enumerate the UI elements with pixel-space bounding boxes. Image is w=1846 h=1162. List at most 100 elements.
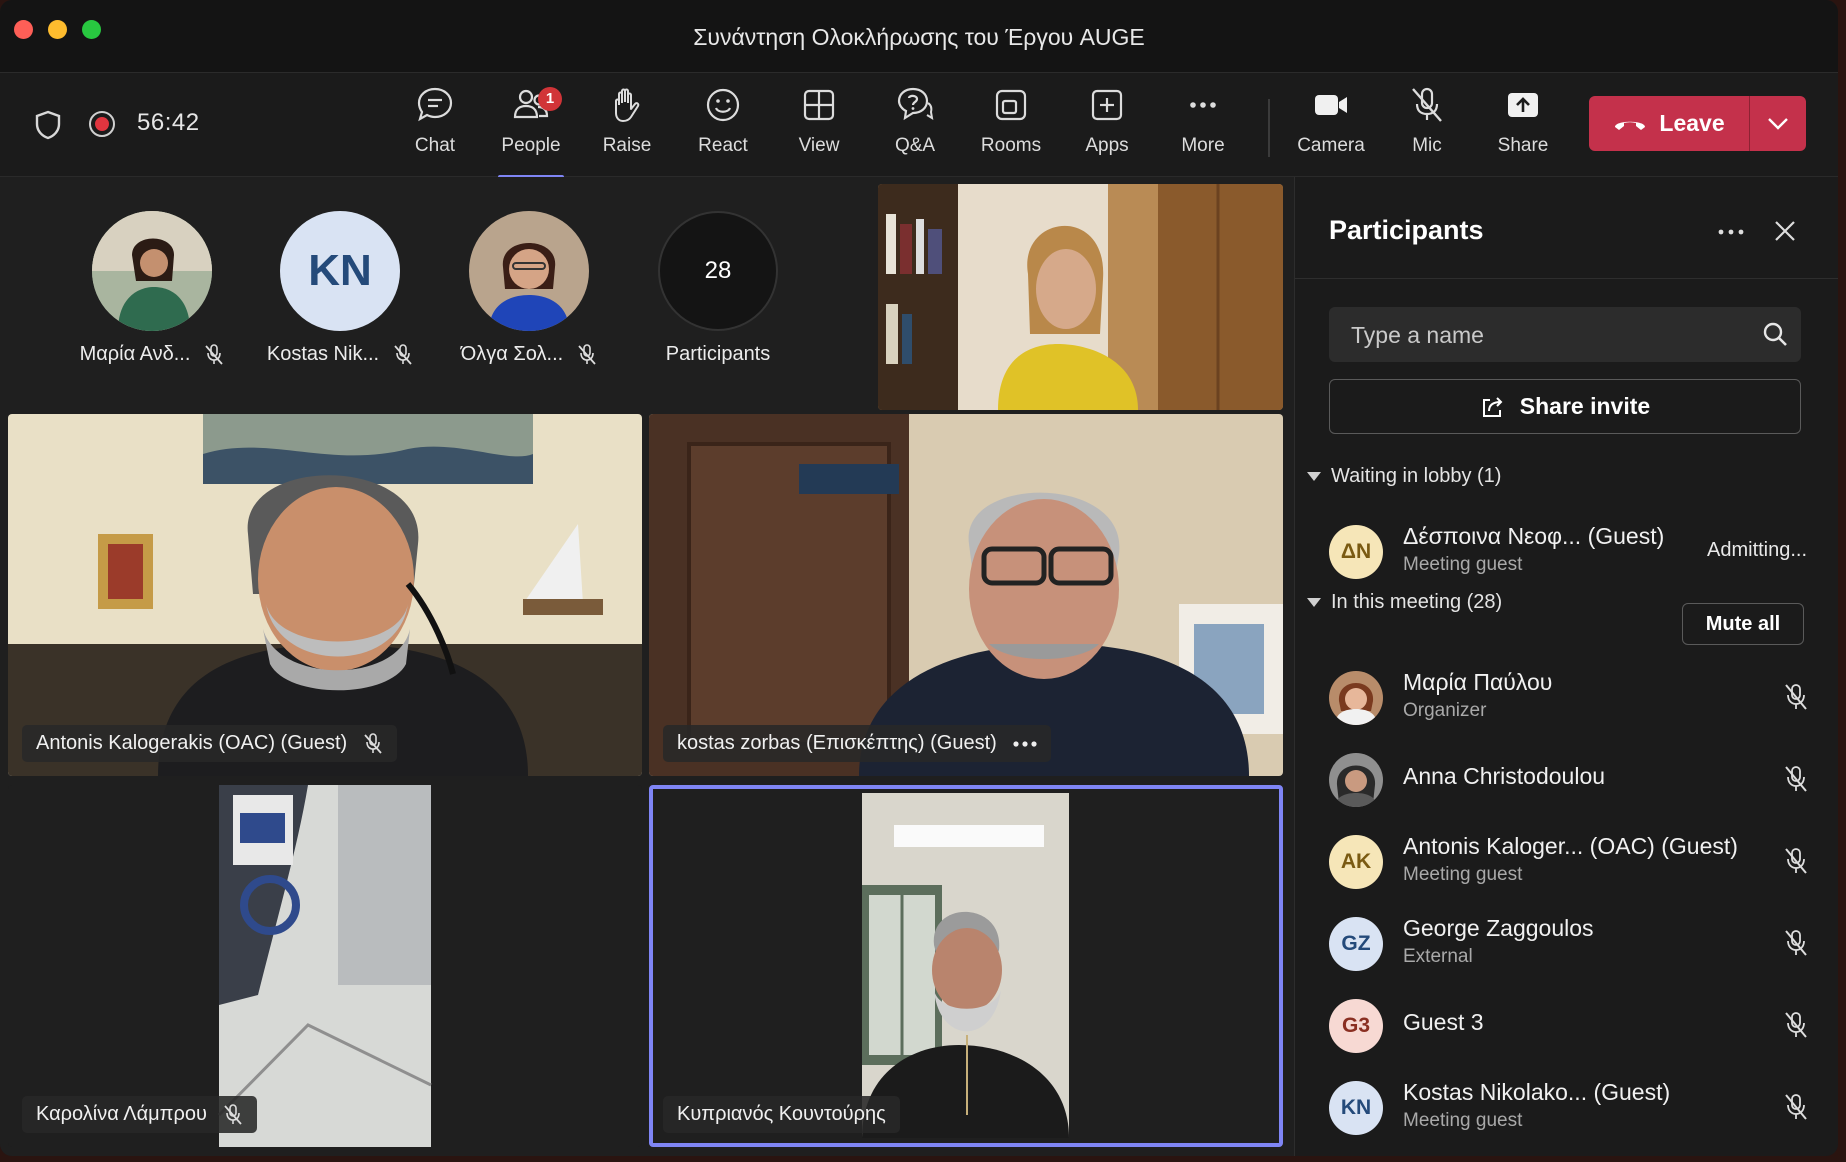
video-tile-1[interactable]: Antonis Kalogerakis (OAC) (Guest) — [8, 414, 642, 776]
video-tile-featured[interactable] — [878, 184, 1283, 410]
recording-indicator-icon — [89, 111, 115, 137]
view-button[interactable]: View — [774, 85, 864, 165]
caret-down-icon — [1307, 598, 1321, 607]
participant-row[interactable]: G3 Guest 3 — [1329, 995, 1809, 1055]
more-dots-icon[interactable] — [1013, 740, 1037, 748]
avatar-name-row: Όλγα Σολ... — [444, 343, 614, 366]
video-stage: Μαρία Ανδ... KN Kostas Nik... Όλγα Σολ..… — [0, 177, 1293, 1156]
mic-off-icon — [364, 732, 382, 754]
avatar — [1329, 753, 1383, 807]
apps-plus-icon — [1091, 89, 1123, 121]
people-button[interactable]: 1 People — [486, 85, 576, 179]
avatar: AK — [1329, 835, 1383, 889]
window-title: Συνάντηση Ολοκλήρωσης του Έργου AUGE — [693, 24, 1145, 50]
participant-name-tag: Antonis Kalogerakis (OAC) (Guest) — [22, 725, 398, 762]
avatar-name: Όλγα Σολ... — [460, 343, 564, 365]
tile-name: kostas zorbas (Επισκέπτης) (Guest) — [677, 732, 997, 754]
participants-panel: Participants Share invite Waiting in lob… — [1294, 177, 1838, 1156]
participant-row[interactable]: Μαρία Παύλου Organizer — [1329, 667, 1809, 727]
meeting-header: In this meeting (28) — [1331, 591, 1503, 613]
camera-button[interactable]: Camera — [1286, 85, 1376, 165]
participant-role: Organizer — [1403, 700, 1487, 721]
participant-name: Antonis Kaloger... (OAC) (Guest) — [1403, 833, 1738, 859]
mic-off-icon[interactable] — [1783, 929, 1809, 957]
leave-button[interactable]: Leave — [1589, 96, 1749, 151]
participant-name: George Zaggoulos — [1403, 915, 1594, 941]
view-label: View — [798, 135, 840, 156]
mic-off-icon[interactable] — [1783, 847, 1809, 875]
mic-label: Mic — [1412, 135, 1442, 156]
avatar-participant-3[interactable]: Όλγα Σολ... — [444, 211, 614, 366]
share-button[interactable]: Share — [1478, 85, 1568, 165]
apps-label: Apps — [1085, 135, 1129, 156]
lobby-section-toggle[interactable]: Waiting in lobby (1) — [1307, 465, 1501, 488]
title-bar: Συνάντηση Ολοκλήρωσης του Έργου AUGE — [0, 0, 1838, 73]
lobby-header: Waiting in lobby (1) — [1331, 465, 1502, 487]
camera-label: Camera — [1297, 135, 1365, 156]
avatar-participant-2[interactable]: KN Kostas Nik... — [255, 211, 425, 366]
profile-photo-icon — [469, 211, 589, 331]
avatar: GZ — [1329, 917, 1383, 971]
mic-off-icon[interactable] — [1783, 1093, 1809, 1121]
video-feed — [878, 184, 1283, 410]
avatar — [1329, 671, 1383, 725]
tile-name: Antonis Kalogerakis (OAC) (Guest) — [36, 732, 348, 754]
raise-label: Raise — [602, 135, 652, 156]
teams-meeting-window: Συνάντηση Ολοκλήρωσης του Έργου AUGE 56:… — [0, 0, 1838, 1156]
participant-role: External — [1403, 946, 1473, 967]
rooms-button[interactable]: Rooms — [966, 85, 1056, 165]
close-icon[interactable] — [1769, 215, 1801, 247]
avatar — [92, 211, 212, 331]
more-dots-icon[interactable] — [1711, 217, 1751, 247]
chat-label: Chat — [414, 135, 456, 156]
lobby-participant-row[interactable]: ΔΝ Δέσποινα Νεοφ... (Guest) Meeting gues… — [1329, 521, 1809, 581]
mic-off-icon[interactable] — [1783, 765, 1809, 793]
overflow-count: 28 — [704, 257, 732, 284]
mic-off-icon[interactable] — [1783, 683, 1809, 711]
profile-photo-icon — [1329, 753, 1383, 807]
avatar: KN — [1329, 1081, 1383, 1135]
avatar-name-row: Kostas Nik... — [255, 343, 425, 366]
more-button[interactable]: More — [1158, 85, 1248, 165]
video-tile-2[interactable]: kostas zorbas (Επισκέπτης) (Guest) — [649, 414, 1283, 776]
hang-up-icon — [1615, 121, 1646, 130]
raise-hand-button[interactable]: Raise — [582, 85, 672, 165]
react-label: React — [698, 135, 748, 156]
search-icon[interactable] — [1761, 320, 1789, 348]
participant-name: Δέσποινα Νεοφ... (Guest) — [1403, 523, 1665, 549]
qa-button[interactable]: Q&A — [870, 85, 960, 165]
participant-row[interactable]: AK Antonis Kaloger... (OAC) (Guest) Meet… — [1329, 831, 1809, 891]
participant-row[interactable]: KN Kostas Nikolako... (Guest) Meeting gu… — [1329, 1077, 1809, 1137]
video-feed — [217, 785, 432, 1147]
avatar — [469, 211, 589, 331]
participants-overflow[interactable]: 28 Participants — [633, 211, 803, 366]
mute-all-button[interactable]: Mute all — [1682, 603, 1804, 645]
mic-off-icon[interactable] — [1783, 1011, 1809, 1039]
mic-button[interactable]: Mic — [1382, 85, 1472, 165]
leave-options-button[interactable] — [1750, 96, 1806, 151]
video-feed — [862, 793, 1069, 1138]
panel-divider — [1295, 278, 1838, 279]
leave-button-group: Leave — [1589, 96, 1806, 151]
shield-icon[interactable] — [34, 110, 62, 140]
caret-down-icon — [1307, 472, 1321, 481]
more-dots-icon — [1190, 102, 1216, 108]
avatar-participant-1[interactable]: Μαρία Ανδ... — [67, 211, 237, 366]
share-invite-button[interactable]: Share invite — [1329, 379, 1801, 434]
video-feed — [649, 414, 1283, 776]
rooms-icon — [995, 89, 1027, 121]
video-tile-3[interactable]: Καρολίνα Λάμπρου — [8, 785, 642, 1147]
apps-button[interactable]: Apps — [1062, 85, 1152, 165]
video-tile-4-selected[interactable]: Κυπριανός Κουντούρης — [649, 785, 1283, 1147]
chat-button[interactable]: Chat — [390, 85, 480, 165]
participant-row[interactable]: Anna Christodoulou — [1329, 749, 1809, 809]
meeting-section-toggle[interactable]: In this meeting (28) — [1307, 591, 1502, 614]
search-input[interactable] — [1349, 307, 1753, 364]
profile-photo-icon — [1329, 671, 1383, 725]
react-button[interactable]: React — [678, 85, 768, 165]
admitting-status: Admitting... — [1707, 539, 1808, 561]
participant-row[interactable]: GZ George Zaggoulos External — [1329, 913, 1809, 973]
camera-icon — [1315, 95, 1347, 115]
avatar: ΔΝ — [1329, 525, 1383, 579]
participant-name: Μαρία Παύλου — [1403, 669, 1553, 695]
